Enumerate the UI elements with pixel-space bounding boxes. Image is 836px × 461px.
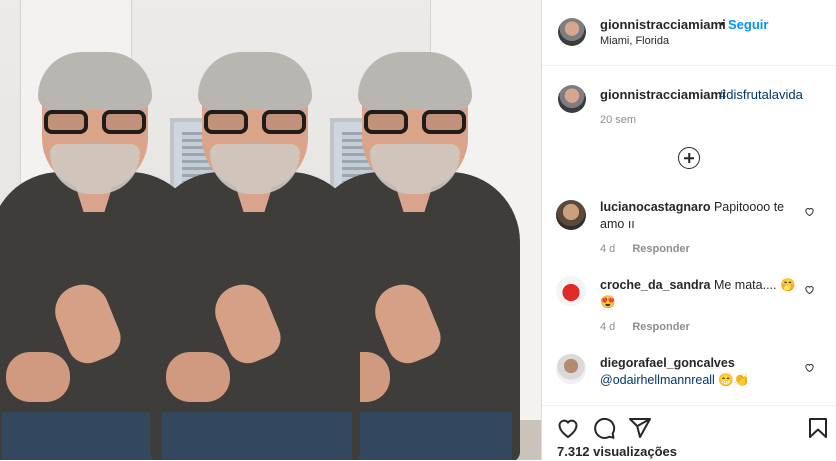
- comment-emoji: 😁👏: [718, 373, 750, 387]
- author-avatar[interactable]: [558, 18, 586, 46]
- follow-button[interactable]: Seguir: [728, 17, 768, 32]
- comment-mention[interactable]: @odairhellmannreall: [600, 373, 715, 387]
- caption-hashtag[interactable]: #disfrutalavida: [719, 87, 803, 102]
- comment-meta: 4 d Responder: [600, 321, 704, 333]
- author-username[interactable]: gionnistracciamiami: [600, 17, 726, 32]
- view-count[interactable]: 7.312 visualizações: [557, 444, 677, 459]
- comment-age[interactable]: 4 d: [600, 243, 615, 255]
- heart-icon[interactable]: [556, 416, 580, 440]
- comment-text: lucianocastagnaro Papitoooo te amo ıı: [600, 199, 796, 233]
- commenter-username[interactable]: croche_da_sandra: [600, 278, 710, 292]
- bookmark-icon[interactable]: [806, 416, 830, 440]
- comment-meta: 4 d Responder: [600, 243, 704, 255]
- commenter-avatar[interactable]: [556, 354, 586, 384]
- comment-like-icon[interactable]: [804, 362, 815, 373]
- commenter-avatar[interactable]: [556, 276, 586, 306]
- comment-emoji: ıı: [627, 217, 635, 231]
- reply-button[interactable]: Responder: [632, 243, 689, 255]
- caption-username[interactable]: gionnistracciamiami: [600, 87, 726, 102]
- post-side-panel: gionnistracciamiami • Seguir Miami, Flor…: [541, 0, 836, 460]
- separator-dot: •: [720, 16, 725, 31]
- comment-age[interactable]: 4 d: [600, 321, 615, 333]
- commenter-username[interactable]: diegorafael_goncalves: [600, 356, 735, 370]
- commenter-username[interactable]: lucianocastagnaro: [600, 200, 710, 214]
- share-icon[interactable]: [628, 416, 652, 440]
- commenter-avatar[interactable]: [556, 200, 586, 230]
- reply-button[interactable]: Responder: [632, 321, 689, 333]
- comment-text: diegorafael_goncalves @odairhellmannreal…: [600, 355, 796, 389]
- dancing-man-center: [140, 52, 370, 460]
- post-video[interactable]: [0, 0, 541, 460]
- comment-icon[interactable]: [592, 416, 616, 440]
- post-location[interactable]: Miami, Florida: [600, 35, 669, 47]
- comment-like-icon[interactable]: [804, 206, 815, 217]
- caption-avatar[interactable]: [558, 85, 586, 113]
- comment-body: Me mata....: [713, 278, 777, 292]
- comment-text: croche_da_sandra Me mata.... 🤭 😍: [600, 277, 796, 311]
- post-header: gionnistracciamiami • Seguir Miami, Flor…: [542, 0, 836, 66]
- instagram-post-view: gionnistracciamiami • Seguir Miami, Flor…: [0, 0, 836, 460]
- comment-like-icon[interactable]: [804, 284, 815, 295]
- caption-age[interactable]: 20 sem: [600, 114, 636, 126]
- load-more-comments-button[interactable]: [678, 147, 700, 169]
